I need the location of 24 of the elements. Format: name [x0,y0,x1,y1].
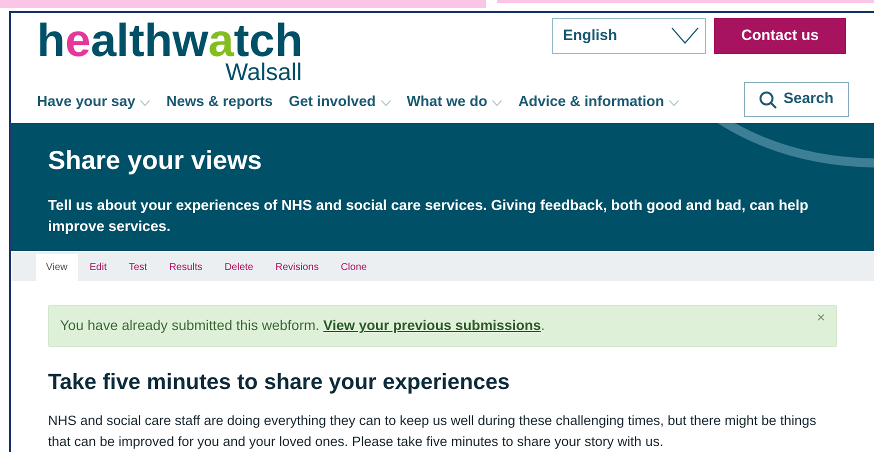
chevron-down-icon [671,27,699,45]
tab[interactable]: Test [118,254,158,281]
nav-link[interactable]: News & reports [166,92,273,114]
search-button[interactable]: Search [744,82,849,117]
tab[interactable]: View [36,254,78,281]
tab[interactable]: Revisions [265,254,329,281]
tab[interactable]: Results [159,254,212,281]
tab[interactable]: Edit [80,254,117,281]
alert-message: You have already submitted this webform. View your previous submissions. [60,316,545,336]
logo[interactable]: healthwatch Walsall [37,19,303,85]
language-select[interactable]: English [552,18,706,54]
banner-title: Share your views [48,144,262,178]
nav-link[interactable]: Get involved [288,92,391,114]
search-icon [759,90,778,108]
tab[interactable]: Delete [214,254,264,281]
tab[interactable]: Clone [330,254,377,281]
nav-link[interactable]: Advice & information [518,92,680,114]
submissions-link[interactable]: View your previous submissions [323,317,541,334]
intro-paragraph: NHS and social care staff are doing everything they can to keep us well during these challenging times, but there might be things that can be improved for you and your loved ones. Please take five minutes to share your story with us. [48,412,818,451]
contact-button[interactable]: Contact us [714,18,846,54]
section-heading: Take five minutes to share your experiences [48,368,511,396]
nav-link[interactable]: Have your say [37,92,150,114]
banner-text: Tell us about your experiences of NHS and social care services. Giving feedback, both good and bad, can help improve services. [48,197,810,238]
nav-link[interactable]: What we do [406,92,502,114]
